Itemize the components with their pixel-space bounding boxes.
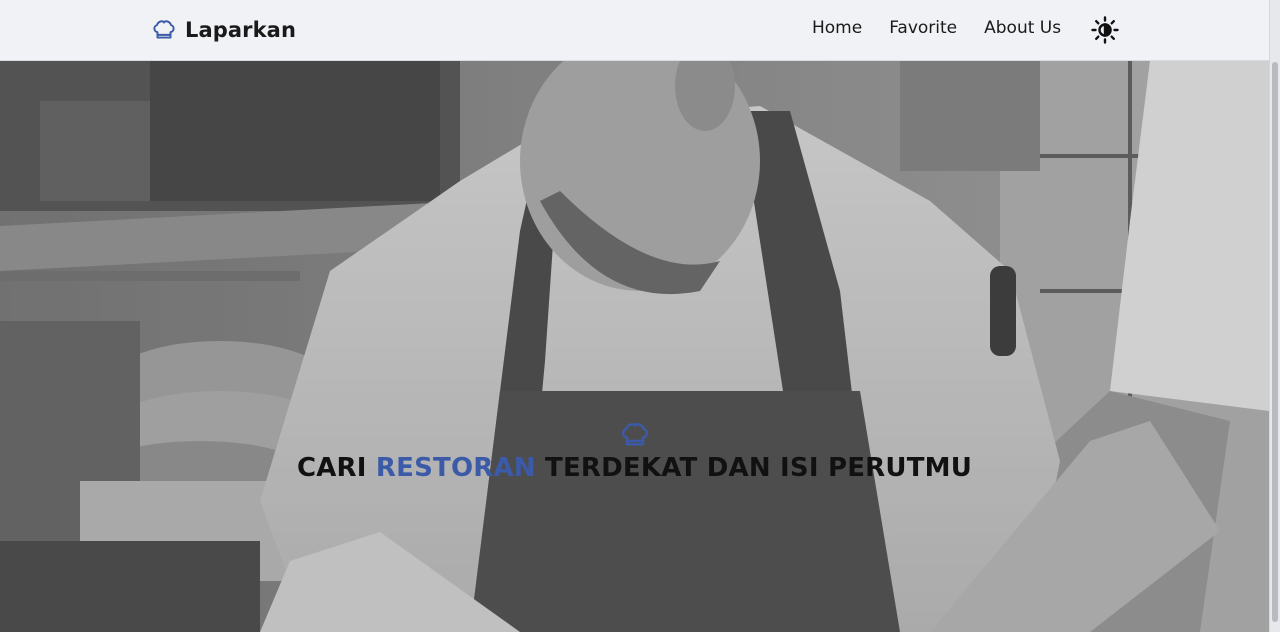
hero-content: CARI RESTORAN TERDEKAT DAN ISI PERUTMU [0,419,1269,483]
chef-hat-icon [151,17,177,43]
nav-link-about-us[interactable]: About Us [984,18,1061,38]
hero-section: CARI RESTORAN TERDEKAT DAN ISI PERUTMU [0,61,1269,632]
brand-name: Laparkan [185,18,296,42]
hero-background-image [0,61,1269,632]
hero-title-before: CARI [296,453,376,483]
chef-hat-icon [619,419,651,451]
brand-link[interactable]: Laparkan [151,17,296,43]
theme-toggle-button[interactable] [1090,15,1120,45]
nav-links: Home Favorite About Us [812,18,1061,38]
nav-link-favorite[interactable]: Favorite [889,18,957,38]
nav-link-home[interactable]: Home [812,18,862,38]
hero-title-after: TERDEKAT DAN ISI PERUTMU [535,453,973,483]
scrollbar-thumb[interactable] [1272,62,1278,622]
hero-title-accent: RESTORAN [375,453,536,483]
sun-moon-icon [1090,16,1120,48]
hero-title: CARI RESTORAN TERDEKAT DAN ISI PERUTMU [0,453,1269,483]
navbar: Laparkan Home Favorite About Us [0,0,1269,61]
page-scrollbar[interactable] [1269,0,1280,632]
